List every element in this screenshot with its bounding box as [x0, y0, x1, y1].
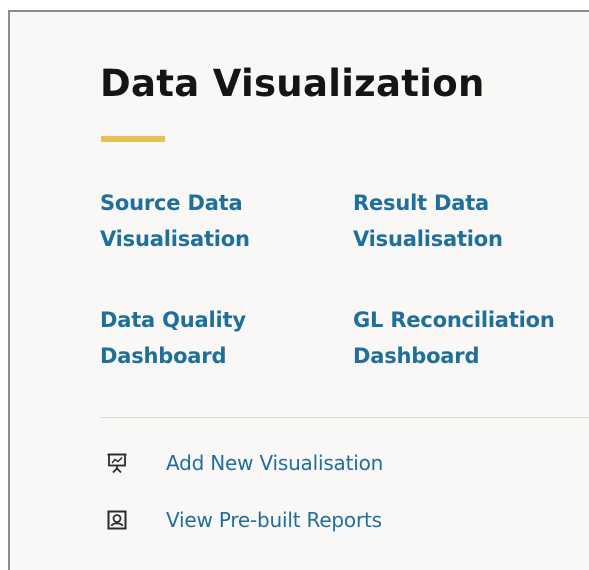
title-accent-bar — [101, 136, 165, 142]
link-line-1: Data Quality — [100, 308, 246, 332]
link-line-2: Visualisation — [100, 227, 250, 251]
source-data-visualisation-link[interactable]: Source Data Visualisation — [100, 185, 250, 257]
link-line-2: Dashboard — [100, 344, 227, 368]
link-line-1: Source Data — [100, 191, 243, 215]
data-quality-dashboard-link[interactable]: Data Quality Dashboard — [100, 302, 246, 374]
presentation-board-icon — [106, 452, 128, 474]
add-new-visualisation-label: Add New Visualisation — [166, 451, 384, 475]
result-data-visualisation-link[interactable]: Result Data Visualisation — [353, 185, 503, 257]
link-line-2: Dashboard — [353, 344, 480, 368]
view-pre-built-reports-label: View Pre-built Reports — [166, 508, 382, 532]
gl-reconciliation-dashboard-link[interactable]: GL Reconciliation Dashboard — [353, 302, 555, 374]
section-title: Data Visualization — [100, 62, 485, 105]
link-line-2: Visualisation — [353, 227, 503, 251]
add-new-visualisation-action[interactable]: Add New Visualisation — [106, 448, 383, 478]
section-divider — [100, 417, 589, 418]
data-visualization-panel: Data Visualization Source Data Visualisa… — [8, 10, 589, 570]
report-icon — [106, 509, 128, 531]
link-line-1: Result Data — [353, 191, 490, 215]
view-pre-built-reports-action[interactable]: View Pre-built Reports — [106, 505, 382, 535]
link-line-1: GL Reconciliation — [353, 308, 555, 332]
